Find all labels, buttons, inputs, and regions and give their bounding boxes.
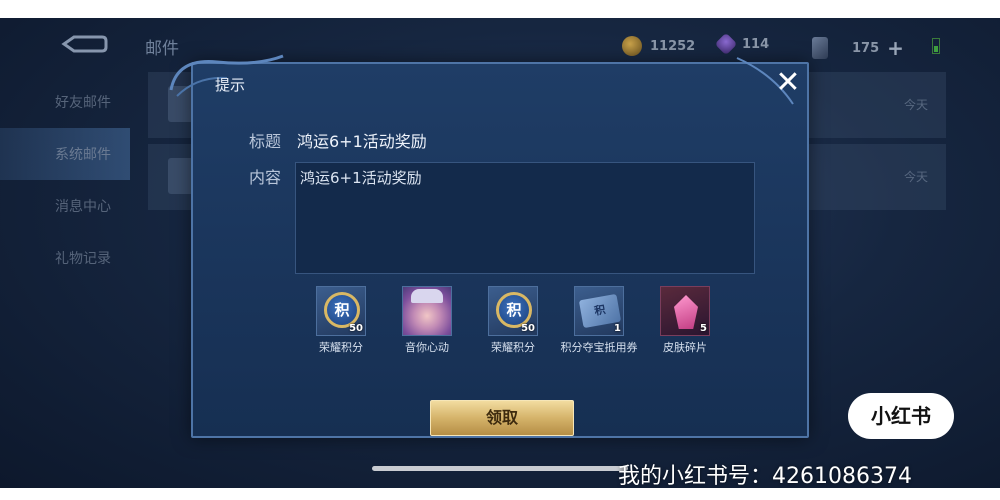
mail-date: 今天 bbox=[903, 170, 928, 184]
page-title: 邮件 bbox=[145, 39, 179, 59]
sidebar-item-label: 系统邮件 bbox=[55, 147, 111, 163]
hero-portrait-icon bbox=[402, 286, 452, 336]
sidebar-item-label: 礼物记录 bbox=[55, 251, 111, 267]
reward-dialog: 提示 ✕ 标题 鸿运6+1活动奖励 内容 鸿运6+1活动奖励 积 50 荣耀积分… bbox=[169, 54, 809, 438]
bottom-strip bbox=[0, 488, 1000, 500]
ticket-counter: 175 + bbox=[812, 36, 904, 60]
sidebar-item-system-mail[interactable]: 系统邮件 bbox=[0, 128, 130, 180]
sidebar-item-label: 好友邮件 bbox=[55, 95, 111, 111]
subject-label: 标题 bbox=[249, 132, 282, 151]
coin-value: 11252 bbox=[650, 38, 696, 54]
mail-date: 今天 bbox=[903, 98, 928, 112]
back-icon[interactable] bbox=[60, 34, 108, 54]
honor-points-icon: 积 50 bbox=[316, 286, 366, 336]
reward-name: 音你心动 bbox=[405, 341, 449, 354]
reward-item[interactable]: 积 50 荣耀积分 bbox=[301, 286, 381, 354]
status-bar-strip bbox=[0, 0, 1000, 18]
reward-item[interactable]: 积 50 荣耀积分 bbox=[473, 286, 553, 354]
coin-icon bbox=[622, 36, 642, 56]
reward-item[interactable]: 5 皮肤碎片 bbox=[645, 286, 725, 354]
sidebar-item-label: 消息中心 bbox=[55, 199, 111, 215]
watermark-text: 我的小红书号：4261086374 bbox=[618, 464, 912, 488]
honor-points-icon: 积 50 bbox=[488, 286, 538, 336]
sidebar-item-message-center[interactable]: 消息中心 bbox=[0, 180, 130, 232]
reward-list: 积 50 荣耀积分 音你心动 积 50 荣耀积分 积 1 积分夺宝抵用券 5 皮… bbox=[301, 286, 721, 376]
reward-name: 荣耀积分 bbox=[491, 341, 535, 354]
home-indicator[interactable] bbox=[372, 466, 628, 471]
coin-counter: 11252 bbox=[622, 36, 695, 56]
skin-shard-icon: 5 bbox=[660, 286, 710, 336]
sidebar-item-gift-records[interactable]: 礼物记录 bbox=[0, 232, 130, 284]
voucher-icon: 积 1 bbox=[574, 286, 624, 336]
reward-item[interactable]: 积 1 积分夺宝抵用券 bbox=[559, 286, 639, 354]
subject-value: 鸿运6+1活动奖励 bbox=[297, 132, 427, 151]
xiaohongshu-logo: 小红书 bbox=[848, 393, 954, 439]
claim-button[interactable]: 领取 bbox=[430, 400, 574, 436]
plus-icon[interactable]: + bbox=[887, 36, 904, 60]
sidebar: 好友邮件 系统邮件 消息中心 礼物记录 bbox=[0, 76, 130, 284]
gem-value: 114 bbox=[742, 36, 770, 52]
ticket-icon bbox=[812, 37, 828, 59]
content-text: 鸿运6+1活动奖励 bbox=[300, 169, 422, 187]
content-label: 内容 bbox=[249, 168, 282, 187]
sidebar-item-friend-mail[interactable]: 好友邮件 bbox=[0, 76, 130, 128]
content-box: 鸿运6+1活动奖励 bbox=[295, 162, 755, 274]
reward-name: 积分夺宝抵用券 bbox=[560, 341, 638, 354]
reward-name: 荣耀积分 bbox=[319, 341, 363, 354]
battery-icon bbox=[932, 38, 940, 54]
gem-counter: 114 bbox=[714, 32, 770, 56]
game-screen: 邮件 11252 114 175 + 好友邮件 系统邮件 消息中心 礼物记录 今… bbox=[0, 18, 1000, 488]
ticket-value: 175 bbox=[852, 40, 880, 56]
reward-item[interactable]: 音你心动 bbox=[387, 286, 467, 354]
reward-name: 皮肤碎片 bbox=[663, 341, 707, 354]
dialog-title: 提示 bbox=[215, 76, 246, 94]
gem-icon bbox=[714, 32, 738, 56]
close-icon[interactable]: ✕ bbox=[773, 68, 803, 98]
